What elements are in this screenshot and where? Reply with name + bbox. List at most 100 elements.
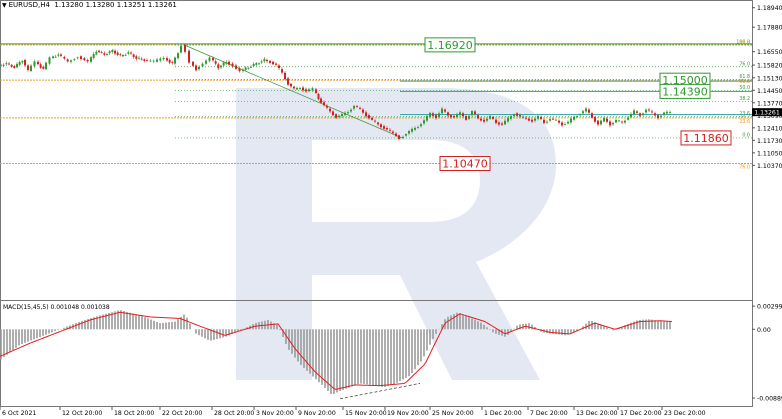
candle-body (341, 114, 343, 117)
price-tick-label: 1.18940 (757, 5, 782, 12)
candle-body (37, 61, 39, 65)
candle-body (27, 65, 29, 70)
candle-body (663, 112, 665, 116)
candle-body (392, 131, 394, 134)
candle-body (543, 119, 545, 124)
candle-body (669, 112, 671, 113)
candle-body (255, 63, 258, 65)
candle-body (540, 116, 542, 120)
candle-body (70, 60, 72, 62)
candle-body (66, 59, 69, 62)
candle-body (411, 128, 413, 132)
price-tick-label: 1.17880 (757, 25, 782, 32)
candle-body (414, 127, 416, 130)
candle-body (495, 119, 497, 123)
candle-body (266, 59, 268, 62)
candle-body (63, 56, 66, 59)
candle-body (389, 129, 391, 131)
candle-body (471, 111, 473, 116)
candle-body (143, 59, 146, 62)
candle-body (45, 62, 47, 70)
time-tick-label: 22 Oct 20:00 (162, 410, 202, 417)
price-tick-label: 1.11050 (757, 150, 782, 157)
price-tick-label: 1.14450 (757, 88, 782, 95)
time-tick-label: 15 Nov 20:00 (345, 410, 387, 417)
price-label-text: 1.16920 (427, 39, 473, 52)
macd-tick-label: -0.008897 (757, 396, 782, 403)
candle-body (208, 57, 211, 61)
candle-body (456, 114, 458, 117)
candle-body (149, 60, 152, 62)
candle-body (54, 56, 57, 58)
time-tick-label: 23 Dec 20:00 (664, 410, 706, 417)
time-tick-label: 9 Nov 20:00 (298, 410, 336, 417)
candle-body (519, 115, 521, 117)
candle-body (516, 113, 518, 116)
candle-body (195, 65, 197, 71)
candle-body (645, 109, 647, 113)
candle-body (305, 89, 307, 92)
price-label-text: 1.10470 (442, 158, 488, 171)
candle-body (636, 111, 638, 113)
candle-body (386, 128, 388, 130)
time-tick-label: 17 Dec 20:00 (620, 410, 662, 417)
candle-body (135, 56, 138, 59)
price-tick-label: 1.15820 (757, 63, 782, 70)
candle-body (166, 58, 168, 61)
candle-body (651, 111, 653, 113)
time-tick-label: 6 Oct 2021 (2, 410, 36, 417)
candle-body (438, 113, 440, 117)
candle-body (450, 115, 452, 118)
candle-body (315, 89, 317, 93)
watermark-logo (236, 88, 556, 380)
candle-body (326, 105, 328, 108)
candle-body (588, 109, 590, 113)
fib-extension-label: 76.0 (739, 165, 750, 171)
candle-body (666, 111, 668, 114)
fib-retracement-label: 0.0 (742, 132, 750, 138)
candle-body (564, 124, 566, 125)
candle-body (504, 120, 506, 125)
candle-body (98, 50, 100, 53)
candle-body (639, 113, 641, 116)
candle-body (555, 119, 557, 121)
candle-body (86, 59, 89, 62)
candle-body (435, 115, 437, 119)
candle-body (42, 66, 45, 69)
candle-body (627, 117, 629, 120)
candle-body (212, 58, 214, 61)
current-price-text: 1.13261 (754, 109, 780, 116)
candle-body (335, 114, 337, 118)
candle-body (140, 58, 143, 60)
candle-body (174, 57, 176, 64)
candle-body (228, 61, 230, 65)
candle-body (30, 65, 32, 71)
candle-body (594, 116, 596, 122)
candle-body (138, 57, 140, 59)
candle-body (522, 116, 524, 118)
candle-body (582, 111, 584, 114)
candle-body (116, 52, 119, 55)
candle-body (624, 120, 626, 123)
candle-body (429, 112, 431, 117)
price-tick-label: 1.16550 (757, 49, 782, 56)
candle-body (423, 120, 425, 124)
candle-body (260, 61, 263, 63)
candle-body (250, 66, 252, 68)
candle-body (570, 118, 572, 123)
candle-body (657, 115, 659, 119)
candle-body (122, 54, 124, 57)
candle-body (132, 54, 135, 57)
candle-body (225, 62, 228, 64)
candle-body (201, 63, 204, 67)
candle-body (269, 60, 271, 63)
candle-body (290, 83, 292, 87)
candle-body (16, 63, 18, 68)
candle-body (561, 122, 563, 126)
candle-body (462, 113, 464, 117)
candle-body (441, 108, 443, 114)
candle-body (177, 53, 179, 59)
candle-body (492, 116, 494, 119)
candle-body (205, 60, 207, 64)
candle-body (235, 65, 237, 69)
